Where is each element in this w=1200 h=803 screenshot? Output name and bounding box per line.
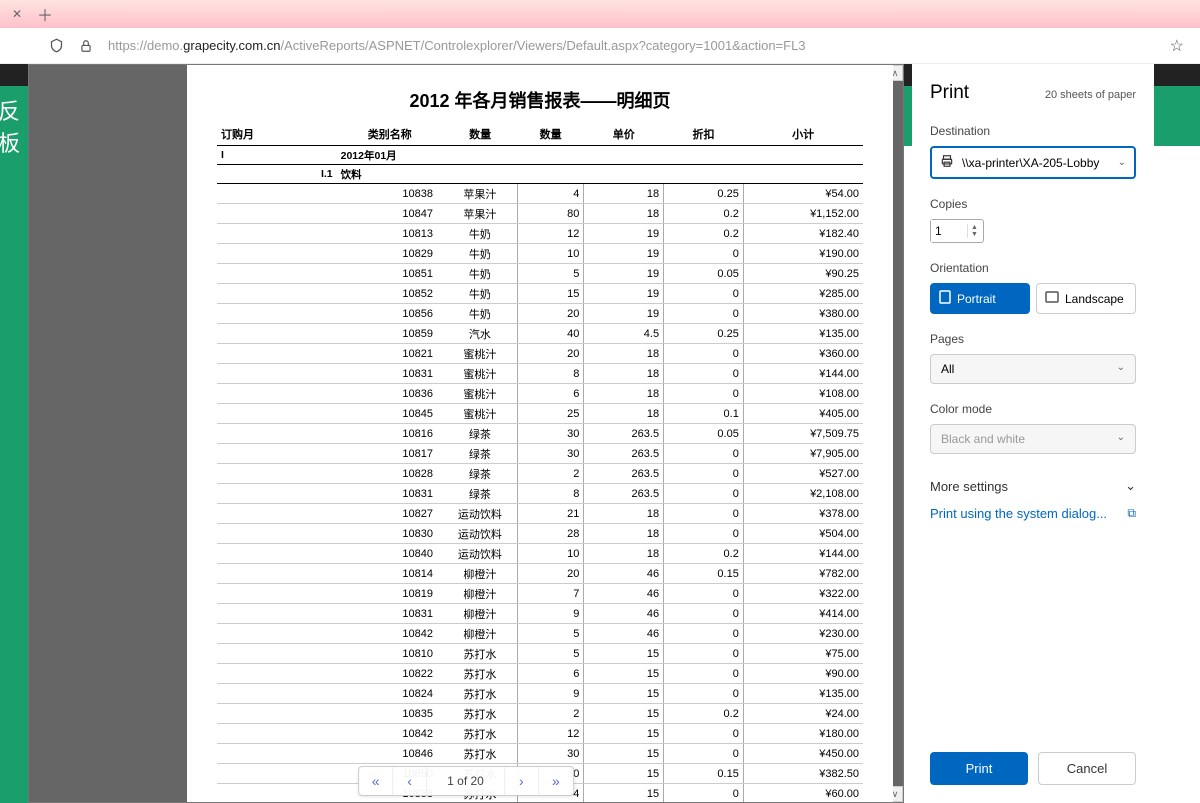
system-dialog-link[interactable]: Print using the system dialog... ⧉ (930, 500, 1136, 527)
copies-input-wrap: ▲▼ (930, 219, 984, 243)
col-header: 数量 (517, 123, 583, 146)
table-row: 10856牛奶20190¥380.00 (217, 304, 863, 324)
pager-last-button[interactable]: » (539, 767, 573, 795)
browser-tab-bar: ✕ ＋ (0, 0, 1200, 28)
color-select[interactable]: Black and white ⌄ (930, 424, 1136, 454)
table-row: 10840运动饮料10180.2¥144.00 (217, 544, 863, 564)
print-button[interactable]: Print (930, 752, 1028, 785)
landscape-button[interactable]: Landscape (1036, 283, 1136, 314)
table-row: 10817绿茶30263.50¥7,905.00 (217, 444, 863, 464)
table-row: 10819柳橙汁7460¥322.00 (217, 584, 863, 604)
pager-prev-button[interactable]: ‹ (393, 767, 427, 795)
table-row: 10827运动饮料21180¥378.00 (217, 504, 863, 524)
table-row: 10842苏打水12150¥180.00 (217, 724, 863, 744)
pager-first-button[interactable]: « (359, 767, 393, 795)
table-row: 10859汽水404.50.25¥135.00 (217, 324, 863, 344)
table-row: 10851牛奶5190.05¥90.25 (217, 264, 863, 284)
table-row: 10830运动饮料28180¥504.00 (217, 524, 863, 544)
chevron-down-icon: ⌄ (1117, 432, 1125, 446)
table-row: 10816绿茶30263.50.05¥7,509.75 (217, 424, 863, 444)
table-row: 10842柳橙汁5460¥230.00 (217, 624, 863, 644)
chevron-down-icon: ⌄ (1117, 362, 1125, 376)
pager-text: 1 of 20 (427, 767, 505, 795)
pager-next-button[interactable]: › (505, 767, 539, 795)
more-settings[interactable]: More settings ⌄ (930, 472, 1136, 500)
left-label: 反板 (0, 94, 28, 158)
url-text[interactable]: https://demo.grapecity.com.cn/ActiveRepo… (108, 38, 1156, 53)
table-row: 10845蜜桃汁25180.1¥405.00 (217, 404, 863, 424)
pager: « ‹ 1 of 20 › » (358, 766, 574, 796)
table-row: 10836蜜桃汁6180¥108.00 (217, 384, 863, 404)
print-sheets: 20 sheets of paper (1045, 89, 1136, 101)
table-row: 10814柳橙汁20460.15¥782.00 (217, 564, 863, 584)
col-header: 单价 (584, 123, 664, 146)
table-row: 10822苏打水6150¥90.00 (217, 664, 863, 684)
chevron-down-icon: ⌄ (1118, 157, 1126, 168)
col-header: 折扣 (664, 123, 744, 146)
landscape-icon (1045, 291, 1059, 306)
col-header: 数量 (443, 123, 517, 146)
tab-close-button[interactable]: ✕ (8, 5, 26, 23)
copies-label: Copies (930, 197, 1136, 211)
table-row: 10824苏打水9150¥135.00 (217, 684, 863, 704)
table-row: 10835苏打水2150.2¥24.00 (217, 704, 863, 724)
table-row: 10828绿茶2263.50¥527.00 (217, 464, 863, 484)
col-header: 订购月 (217, 123, 337, 146)
external-link-icon: ⧉ (1127, 506, 1136, 521)
report-table: 订购月类别名称数量数量单价折扣小计I2012年01月I.1饮料10838苹果汁4… (217, 123, 863, 802)
table-row: 10813牛奶12190.2¥182.40 (217, 224, 863, 244)
color-label: Color mode (930, 402, 1136, 416)
pages-select[interactable]: All ⌄ (930, 354, 1136, 384)
col-header: 小计 (743, 123, 863, 146)
orientation-label: Orientation (930, 261, 1136, 275)
table-row: 10847苹果汁80180.2¥1,152.00 (217, 204, 863, 224)
table-row: 10829牛奶10190¥190.00 (217, 244, 863, 264)
favorite-icon[interactable]: ☆ (1170, 36, 1184, 56)
table-row: 10852牛奶15190¥285.00 (217, 284, 863, 304)
print-title: Print (930, 82, 969, 104)
table-row: 10831柳橙汁9460¥414.00 (217, 604, 863, 624)
portrait-icon (939, 290, 951, 307)
print-panel: Print 20 sheets of paper Destination \\x… (912, 64, 1154, 803)
lock-icon[interactable] (78, 38, 94, 54)
table-row: 10810苏打水5150¥75.00 (217, 644, 863, 664)
copies-input[interactable] (931, 220, 967, 242)
portrait-button[interactable]: Portrait (930, 283, 1030, 314)
report-page: 2012 年各月销售报表——明细页 订购月类别名称数量数量单价折扣小计I2012… (187, 65, 893, 802)
table-row: 10831绿茶8263.50¥2,108.00 (217, 484, 863, 504)
report-title: 2012 年各月销售报表——明细页 (217, 87, 863, 113)
shield-icon[interactable] (48, 38, 64, 54)
destination-label: Destination (930, 124, 1136, 138)
browser-address-bar: https://demo.grapecity.com.cn/ActiveRepo… (0, 28, 1200, 64)
pages-label: Pages (930, 332, 1136, 346)
table-row: 10838苹果汁4180.25¥54.00 (217, 184, 863, 204)
table-row: 10821蜜桃汁20180¥360.00 (217, 344, 863, 364)
copies-spinner[interactable]: ▲▼ (967, 224, 981, 238)
cancel-button[interactable]: Cancel (1038, 752, 1136, 785)
tab-add-button[interactable]: ＋ (36, 5, 54, 23)
destination-value: \\xa-printer\XA-205-Lobby (962, 156, 1099, 170)
left-band: 反板 (0, 64, 28, 803)
col-header: 类别名称 (337, 123, 443, 146)
print-preview: ∧ ∨ 2012 年各月销售报表——明细页 订购月类别名称数量数量单价折扣小计I… (28, 64, 904, 803)
chevron-down-icon: ⌄ (1125, 478, 1136, 494)
destination-select[interactable]: \\xa-printer\XA-205-Lobby ⌄ (930, 146, 1136, 179)
printer-icon (940, 154, 954, 171)
table-row: 10831蜜桃汁8180¥144.00 (217, 364, 863, 384)
table-row: 10846苏打水30150¥450.00 (217, 744, 863, 764)
